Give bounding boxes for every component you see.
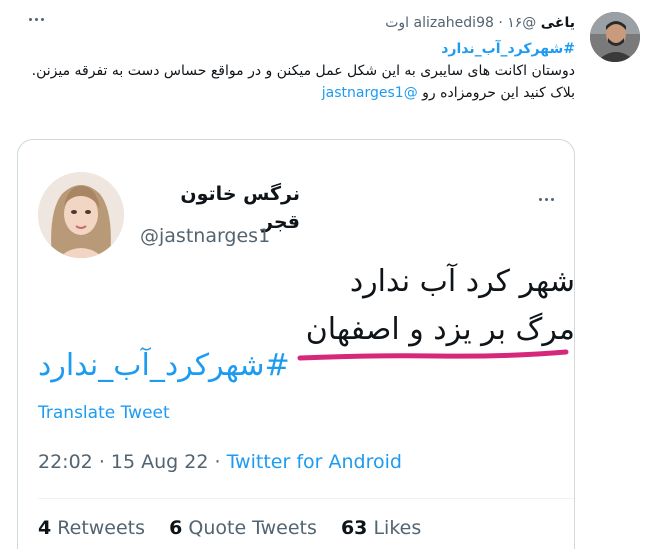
quote-tweets-stat[interactable]: 6 Quote Tweets — [169, 517, 317, 539]
tweet-body-line-2-text: بلاک کنید این حرومزاده رو — [422, 85, 575, 101]
quote-body-line-1: شهر کرد آب ندارد — [349, 264, 575, 299]
quote-date[interactable]: 15 Aug 22 — [111, 451, 209, 473]
header-separator: · — [498, 15, 503, 31]
quote-metadata: 22:02 · 15 Aug 22 · Twitter for Android — [38, 448, 402, 476]
quote-hashtag[interactable]: #شهرکرد_آب_ندارد — [38, 344, 290, 388]
red-marker-underline — [297, 349, 569, 361]
quote-source-link[interactable]: Twitter for Android — [227, 451, 402, 473]
tweet-header: یاغی @alizahedi98 · ۱۶ اوت — [385, 12, 575, 34]
retweets-stat[interactable]: 4 Retweets — [38, 517, 145, 539]
tweet-body-line-2: بلاک کنید این حرومزاده رو @jastnarges1 — [0, 82, 575, 104]
meta-separator-2: · — [214, 451, 221, 473]
likes-count: 63 — [340, 517, 368, 539]
likes-label: Likes — [373, 517, 422, 539]
quote-body: شهر کرد آب ندارد مرگ بر یزد و اصفهان — [306, 258, 575, 354]
likes-stat[interactable]: 63 Likes — [341, 517, 421, 539]
author-avatar[interactable] — [590, 12, 640, 62]
author-display-name[interactable]: یاغی — [541, 15, 575, 31]
engagement-stats: 4 Retweets 6 Quote Tweets 63 Likes — [38, 514, 439, 542]
stats-divider — [38, 498, 574, 499]
tweet: یاغی @alizahedi98 · ۱۶ اوت #شهرکرد_آب_ند… — [0, 0, 659, 549]
meta-separator-1: · — [98, 451, 105, 473]
tweet-body-line-1: دوستان اکانت های سایبری به این شکل عمل م… — [31, 63, 575, 79]
translate-tweet-link[interactable]: Translate Tweet — [38, 400, 170, 426]
tweet-mention[interactable]: @jastnarges1 — [322, 85, 418, 101]
quote-author-avatar[interactable] — [38, 172, 124, 258]
quote-author-handle[interactable]: @jastnarges1 — [140, 222, 270, 250]
more-options-icon[interactable] — [26, 14, 46, 24]
quotes-count: 6 — [169, 517, 183, 539]
quotes-label: Quote Tweets — [188, 517, 317, 539]
retweets-label: Retweets — [57, 517, 146, 539]
quote-time[interactable]: 22:02 — [38, 451, 93, 473]
tweet-body: #شهرکرد_آب_ندارد دوستان اکانت های سایبری… — [0, 38, 575, 104]
quote-more-options-icon[interactable] — [536, 194, 556, 204]
retweets-count: 4 — [38, 517, 52, 539]
tweet-hashtag[interactable]: #شهرکرد_آب_ندارد — [0, 38, 575, 60]
